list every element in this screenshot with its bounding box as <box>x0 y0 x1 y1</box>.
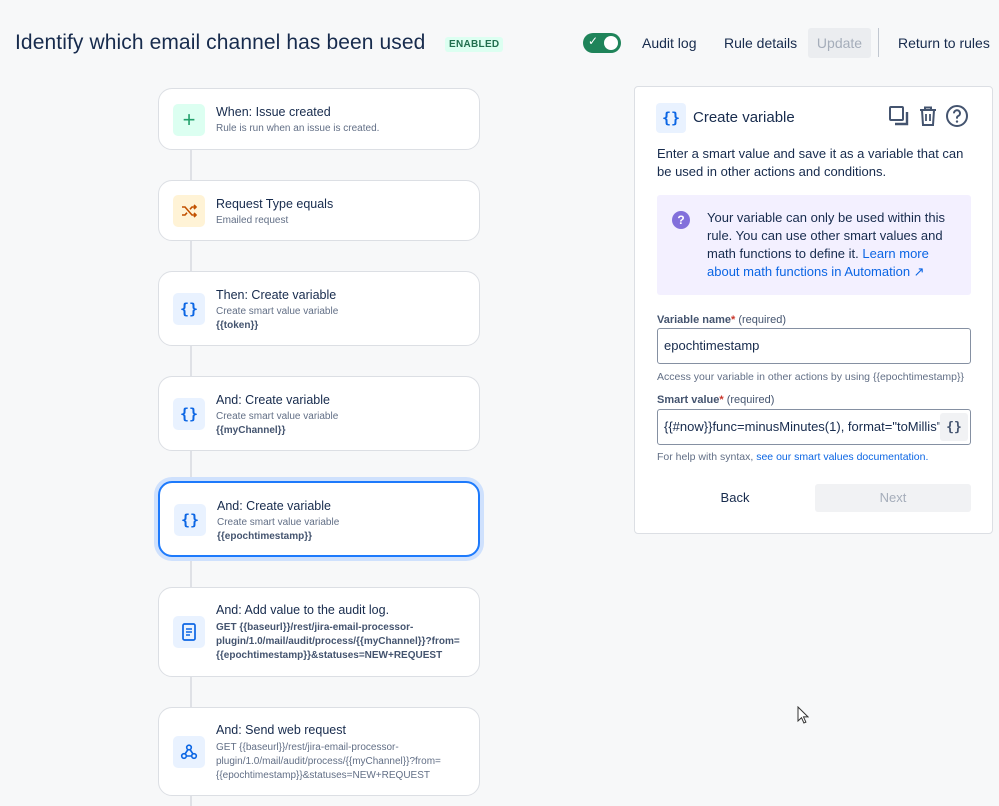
smart-value-label: Smart value* (required) <box>657 394 775 406</box>
card-details: GET {{baseurl}}/rest/jira-email-processo… <box>216 741 466 783</box>
header: Identify which email channel has been us… <box>0 0 999 86</box>
card-subtitle: Emailed request <box>216 215 289 226</box>
required-text: (required) <box>738 314 787 326</box>
plus-icon: + <box>173 104 205 136</box>
card-subtitle: Create smart value variable <box>217 517 340 528</box>
trash-icon[interactable] <box>916 104 940 128</box>
card-title: Request Type equals <box>216 197 334 211</box>
braces-icon: {} <box>174 504 206 536</box>
check-icon: ✓ <box>588 34 599 48</box>
card-value: {{epochtimestamp}} <box>217 531 313 542</box>
panel-description: Enter a smart value and save it as a var… <box>657 146 964 179</box>
card-value: {{token}} <box>216 320 259 331</box>
flow-card-action-selected[interactable]: {} And: Create variable Create smart val… <box>158 481 480 557</box>
insert-smart-value-button[interactable]: {} <box>940 413 968 441</box>
variable-name-label: Variable name* (required) <box>657 314 787 326</box>
variable-hint: Access your variable in other actions by… <box>657 371 965 383</box>
syntax-hint: For help with syntax, see our smart valu… <box>657 451 928 463</box>
return-to-rules-button[interactable]: Return to rules <box>890 28 998 58</box>
detail-line: plugin/1.0/mail/audit/process/{{myChanne… <box>216 636 460 647</box>
flow-card-condition[interactable]: Request Type equals Emailed request <box>158 180 480 241</box>
audit-log-button[interactable]: Audit log <box>634 28 704 58</box>
copy-icon[interactable] <box>887 104 911 128</box>
card-title: When: Issue created <box>216 105 331 119</box>
label-text: Variable name <box>657 314 731 326</box>
update-button[interactable]: Update <box>808 28 871 58</box>
hint-text: For help with syntax, <box>657 451 754 463</box>
braces-icon: {} <box>173 293 205 325</box>
flow-card-action[interactable]: And: Send web request GET {{baseurl}}/re… <box>158 707 480 796</box>
variable-name-input[interactable]: epochtimestamp <box>657 328 971 364</box>
card-title: Then: Create variable <box>216 288 337 302</box>
card-title: And: Add value to the audit log. <box>216 603 390 617</box>
card-subtitle: Create smart value variable <box>216 411 339 422</box>
detail-line: {{epochtimestamp}}&statuses=NEW+REQUEST <box>216 770 430 781</box>
flow-card-trigger[interactable]: + When: Issue created Rule is run when a… <box>158 88 480 150</box>
required-text: (required) <box>726 394 775 406</box>
card-title: And: Create variable <box>216 393 330 407</box>
divider <box>878 28 879 57</box>
card-title: And: Send web request <box>216 723 346 737</box>
detail-line: GET {{baseurl}}/rest/jira-email-processo… <box>216 622 414 633</box>
card-subtitle: Create smart value variable <box>216 306 339 317</box>
card-details: GET {{baseurl}}/rest/jira-email-processo… <box>216 621 466 663</box>
braces-icon: {} <box>656 103 686 133</box>
label-text: Smart value <box>657 394 720 406</box>
help-icon[interactable] <box>945 104 969 128</box>
smart-values-docs-link[interactable]: see our smart values documentation. <box>756 451 928 463</box>
page-title: Identify which email channel has been us… <box>15 31 426 54</box>
flow-card-action[interactable]: {} Then: Create variable Create smart va… <box>158 271 480 346</box>
flow-card-action[interactable]: {} And: Create variable Create smart val… <box>158 376 480 451</box>
flow-card-action[interactable]: And: Add value to the audit log. GET {{b… <box>158 587 480 677</box>
smart-value-input[interactable]: {{#now}}func=minusMinutes(1), format="to… <box>657 409 971 445</box>
question-icon: ? <box>672 211 690 229</box>
detail-line: GET {{baseurl}}/rest/jira-email-processo… <box>216 742 399 753</box>
info-text: Your variable can only be used within th… <box>707 209 952 281</box>
webhook-icon <box>173 736 205 768</box>
create-variable-panel: {} Create variable Enter a smart value a… <box>634 86 993 534</box>
mouse-cursor-icon <box>797 705 810 729</box>
back-button[interactable]: Back <box>657 484 813 512</box>
card-title: And: Create variable <box>217 499 331 513</box>
shuffle-icon <box>173 195 205 227</box>
detail-line: {{epochtimestamp}}&statuses=NEW+REQUEST <box>216 650 443 661</box>
panel-title: Create variable <box>693 109 795 126</box>
card-value: {{myChannel}} <box>216 425 286 436</box>
braces-icon: {} <box>173 398 205 430</box>
card-subtitle: Rule is run when an issue is created. <box>216 123 380 134</box>
status-badge: ENABLED <box>445 37 504 52</box>
document-icon <box>173 616 205 648</box>
detail-line: plugin/1.0/mail/audit/process/{{myChanne… <box>216 756 441 767</box>
toggle-knob <box>604 36 618 50</box>
rule-details-button[interactable]: Rule details <box>716 28 805 58</box>
info-message: ? Your variable can only be used within … <box>657 195 971 295</box>
rule-enabled-toggle[interactable]: ✓ <box>583 33 621 53</box>
next-button[interactable]: Next <box>815 484 971 512</box>
